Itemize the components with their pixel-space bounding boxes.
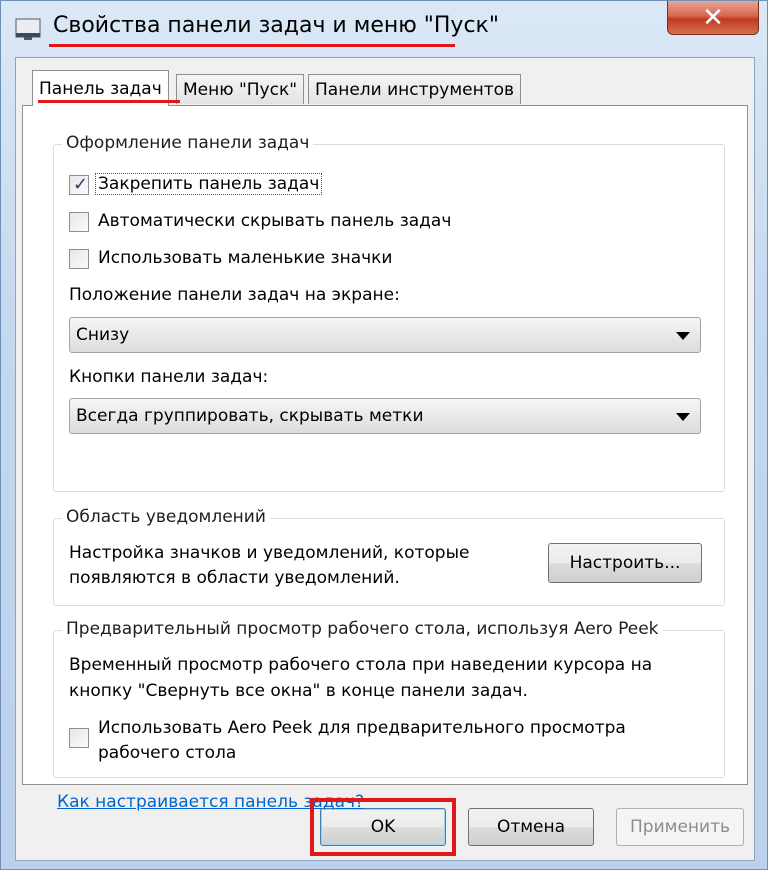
group-legend: Предварительный просмотр рабочего стола,…: [62, 619, 663, 639]
apply-button[interactable]: Применить: [616, 808, 744, 846]
notification-text-line1: Настройка значков и уведомлений, которые: [69, 543, 470, 563]
properties-window: Свойства панели задач и меню "Пуск" ✕ Па…: [0, 0, 768, 870]
tab-label: Меню "Пуск": [183, 80, 298, 100]
close-button[interactable]: ✕: [667, 1, 759, 35]
position-value: Снизу: [76, 325, 130, 345]
position-dropdown[interactable]: Снизу: [69, 317, 701, 353]
cancel-label: Отмена: [496, 817, 566, 837]
aero-peek-label-line1[interactable]: Использовать Aero Peek для предварительн…: [98, 718, 626, 738]
ok-highlight-box: [310, 798, 456, 856]
small-icons-label[interactable]: Использовать маленькие значки: [98, 248, 392, 268]
small-icons-checkbox[interactable]: [69, 249, 89, 269]
notification-area-group: Область уведомлений Настройка значков и …: [53, 507, 725, 606]
dialog-body: Панель задач Меню "Пуск" Панели инструме…: [15, 57, 755, 861]
checkmark-icon: ✓: [73, 174, 89, 195]
aero-text-line2: кнопку "Свернуть все окна" в конце панел…: [69, 681, 528, 701]
apply-label: Применить: [630, 817, 730, 837]
taskbar-appearance-group: Оформление панели задач ✓ Закрепить пане…: [53, 133, 725, 492]
buttons-label: Кнопки панели задач:: [69, 367, 269, 387]
tab-highlight-underline: [38, 100, 180, 103]
tab-page-taskbar: Оформление панели задач ✓ Закрепить пане…: [22, 105, 748, 812]
buttons-value: Всегда группировать, скрывать метки: [76, 406, 424, 426]
aero-text-line1: Временный просмотр рабочего стола при на…: [69, 655, 653, 675]
position-label: Положение панели задач на экране:: [69, 285, 400, 305]
title-highlight-underline: [49, 44, 455, 47]
autohide-label[interactable]: Автоматически скрывать панель задач: [98, 211, 451, 231]
customize-label: Настроить...: [569, 553, 681, 573]
tab-start-menu[interactable]: Меню "Пуск": [176, 74, 305, 104]
tab-label: Панели инструментов: [315, 80, 515, 100]
notification-text-line2: появляются в области уведомлений.: [69, 568, 400, 588]
buttons-dropdown[interactable]: Всегда группировать, скрывать метки: [69, 398, 701, 434]
aero-peek-group: Предварительный просмотр рабочего стола,…: [53, 619, 725, 778]
autohide-checkbox[interactable]: [69, 212, 89, 232]
title-bar[interactable]: Свойства панели задач и меню "Пуск" ✕: [1, 1, 768, 57]
dropdown-arrow-icon: [676, 413, 690, 421]
close-icon: ✕: [702, 2, 724, 33]
customize-button[interactable]: Настроить...: [548, 543, 702, 583]
aero-peek-checkbox[interactable]: [69, 728, 89, 748]
window-title: Свойства панели задач и меню "Пуск": [53, 13, 499, 38]
aero-peek-label-line2[interactable]: рабочего стола: [98, 743, 236, 763]
group-legend: Оформление панели задач: [62, 133, 314, 153]
tab-label: Панель задач: [39, 79, 162, 99]
cancel-button[interactable]: Отмена: [468, 808, 594, 846]
tab-toolbars[interactable]: Панели инструментов: [308, 74, 522, 104]
group-legend: Область уведомлений: [62, 507, 270, 527]
taskbar-app-icon: [15, 18, 41, 40]
dropdown-arrow-icon: [676, 332, 690, 340]
lock-taskbar-checkbox[interactable]: ✓: [69, 174, 89, 195]
lock-taskbar-label[interactable]: Закрепить панель задач: [94, 173, 323, 195]
